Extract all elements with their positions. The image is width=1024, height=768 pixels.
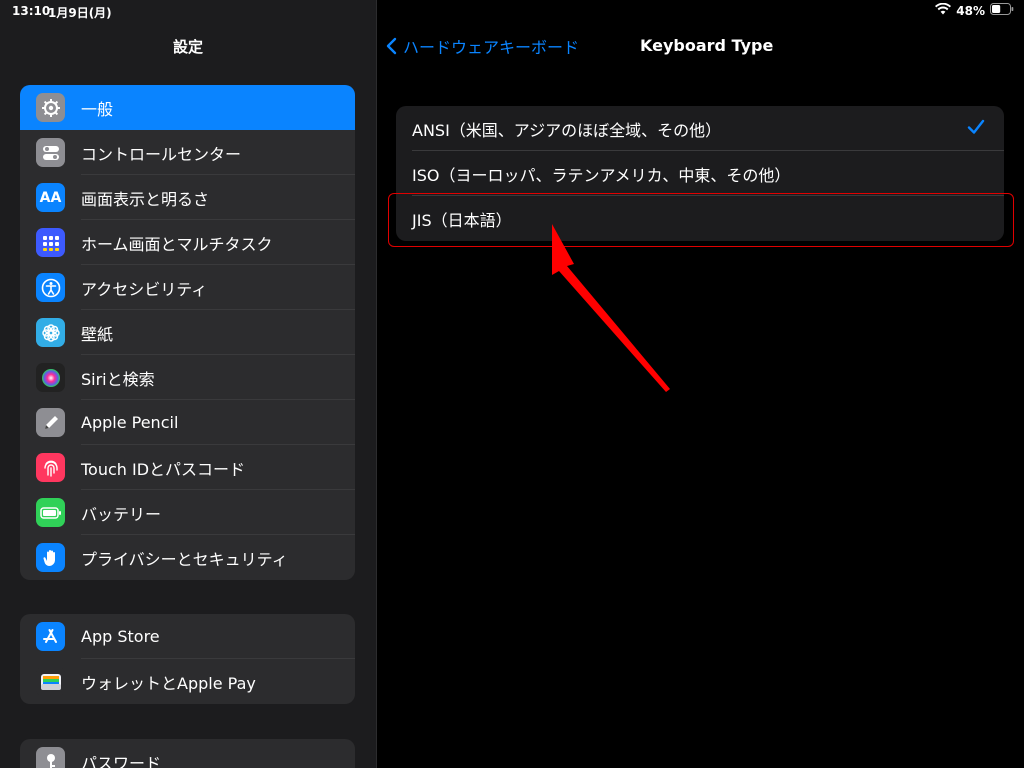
sidebar-item-label: 画面表示と明るさ [81, 189, 210, 209]
sidebar-item-siri[interactable]: Siriと検索 [20, 355, 355, 400]
sidebar-item-home-grid[interactable]: ホーム画面とマルチタスク [20, 220, 355, 265]
sidebar-item-label: パスワード [81, 753, 162, 768]
app-store-icon [36, 622, 65, 651]
sidebar-item-label: 一般 [81, 99, 114, 119]
gear-icon [36, 93, 65, 122]
sidebar-item-wallet[interactable]: ウォレットとApple Pay [20, 659, 355, 704]
sidebar-item-label: プライバシーとセキュリティ [81, 549, 288, 569]
key-icon [36, 747, 65, 768]
sidebar-title: 設定 [172, 38, 203, 56]
keyboard-type-label: ISO（ヨーロッパ、ラテンアメリカ、中東、その他） [412, 165, 791, 185]
keyboard-type-ansi[interactable]: ANSI（米国、アジアのほぼ全域、その他） [396, 106, 1004, 151]
switches-icon [36, 138, 65, 167]
sidebar-item-hand[interactable]: プライバシーとセキュリティ [20, 535, 355, 580]
status-date: 1月9日(月) [48, 6, 112, 20]
status-indicators: 48% [935, 2, 1014, 18]
sidebar-item-fingerprint[interactable]: Touch IDとパスコード [20, 445, 355, 490]
sidebar-item-text-size[interactable]: AA 画面表示と明るさ [20, 175, 355, 220]
sidebar-item-flower[interactable]: 壁紙 [20, 310, 355, 355]
sidebar-item-key[interactable]: パスワード [20, 739, 355, 768]
pencil-icon [36, 408, 65, 437]
accessibility-icon [36, 273, 65, 302]
settings-group-store: App Store ウォレットとApple Pay [20, 614, 355, 704]
sidebar-item-label: バッテリー [81, 504, 162, 524]
back-button[interactable]: ハードウェアキーボード [386, 34, 579, 58]
icon-text: AA [39, 189, 62, 206]
sidebar-item-battery[interactable]: バッテリー [20, 490, 355, 535]
keyboard-type-iso[interactable]: ISO（ヨーロッパ、ラテンアメリカ、中東、その他） [396, 151, 1004, 196]
text-size-icon: AA [36, 183, 65, 212]
page-title: Keyboard Type [640, 36, 774, 55]
sidebar-item-label: Siriと検索 [81, 369, 155, 389]
siri-icon [36, 363, 65, 392]
annotation-arrow [552, 224, 670, 392]
sidebar-item-label: ウォレットとApple Pay [81, 673, 256, 693]
flower-icon [36, 318, 65, 347]
sidebar-item-app-store[interactable]: App Store [20, 614, 355, 659]
settings-group-passwords: パスワード [20, 739, 355, 768]
status-time: 13:10 [12, 4, 51, 18]
sidebar-item-accessibility[interactable]: アクセシビリティ [20, 265, 355, 310]
chevron-left-icon [386, 37, 397, 55]
settings-group-general: 一般コントロールセンター AA 画面表示と明るさホーム画面とマルチタスク アクセシビリ… [20, 85, 355, 580]
annotation-highlight-box [388, 193, 1014, 247]
sidebar-item-label: App Store [81, 627, 160, 646]
sidebar-item-label: Touch IDとパスコード [81, 459, 246, 479]
sidebar-item-label: 壁紙 [81, 324, 114, 344]
battery-status-icon [990, 3, 1014, 18]
sidebar-item-label: ホーム画面とマルチタスク [81, 234, 273, 254]
home-grid-icon [36, 228, 65, 257]
sidebar-item-label: Apple Pencil [81, 413, 179, 432]
battery-percentage: 48% [956, 3, 985, 18]
sidebar-item-gear[interactable]: 一般 [20, 85, 355, 130]
checkmark-icon [966, 117, 986, 141]
keyboard-type-label: ANSI（米国、アジアのほぼ全域、その他） [412, 120, 722, 140]
battery-icon [36, 498, 65, 527]
wifi-icon [935, 2, 952, 18]
fingerprint-icon [36, 453, 65, 482]
back-button-label: ハードウェアキーボード [403, 38, 580, 57]
sidebar-item-label: アクセシビリティ [81, 279, 208, 299]
hand-icon [36, 543, 65, 572]
sidebar-item-pencil[interactable]: Apple Pencil [20, 400, 355, 445]
settings-sidebar: 13:10 1月9日(月) 設定 一般コントロールセンター AA 画面表示と明るさホ… [0, 0, 377, 768]
sidebar-item-switches[interactable]: コントロールセンター [20, 130, 355, 175]
sidebar-item-label: コントロールセンター [81, 144, 242, 164]
wallet-icon [36, 667, 65, 696]
